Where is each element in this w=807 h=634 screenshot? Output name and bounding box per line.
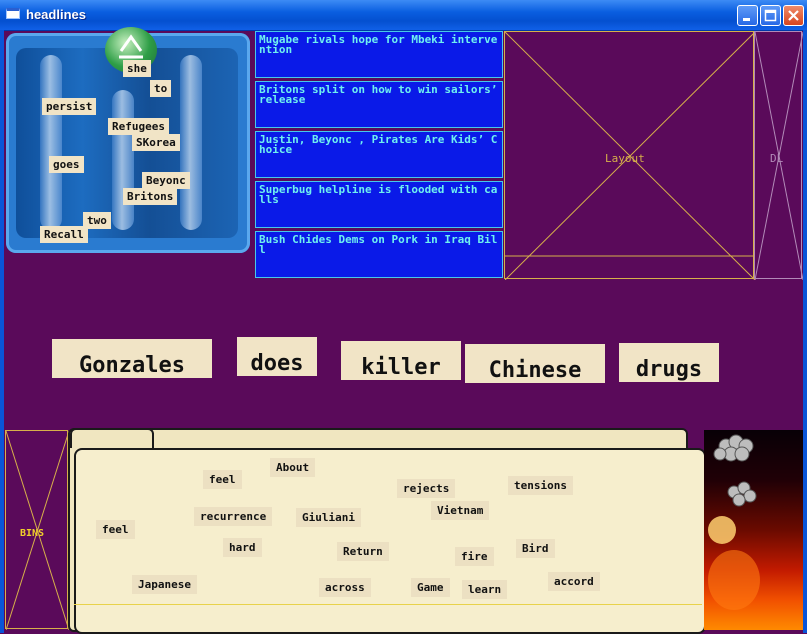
- window-icon: [6, 8, 20, 19]
- recycler-tube: [40, 55, 62, 230]
- minimize-button[interactable]: [737, 5, 758, 26]
- close-button[interactable]: [783, 5, 804, 26]
- folder-word[interactable]: recurrence: [194, 507, 273, 526]
- recycler-word[interactable]: Refugees: [108, 118, 169, 135]
- folder-word[interactable]: Giuliani: [296, 508, 361, 527]
- folder-word[interactable]: rejects: [397, 479, 456, 498]
- recycler-word[interactable]: she: [123, 60, 151, 77]
- folder-word[interactable]: Game: [411, 578, 450, 597]
- big-word[interactable]: Chinese: [465, 344, 605, 383]
- headline-item[interactable]: Mugabe rivals hope for Mbeki interventio…: [255, 31, 503, 78]
- folder-front: [74, 448, 706, 634]
- folder-word[interactable]: Return: [337, 542, 389, 561]
- folder-word[interactable]: feel: [96, 520, 135, 539]
- folder-word[interactable]: Bird: [516, 539, 555, 558]
- big-word[interactable]: does: [237, 337, 317, 376]
- folder-line: [74, 604, 702, 605]
- folder-word[interactable]: About: [270, 458, 316, 477]
- recycler-word[interactable]: SKorea: [132, 134, 180, 151]
- headline-item[interactable]: Britons split on how to win sailors’ rel…: [255, 81, 503, 128]
- window-frame-left: [0, 30, 4, 633]
- big-word[interactable]: killer: [341, 341, 461, 380]
- folder-word[interactable]: Vietnam: [431, 501, 490, 520]
- headline-item[interactable]: Justin, Beyonc , Pirates Are Kids’ Choic…: [255, 131, 503, 178]
- folder-word[interactable]: feel: [203, 470, 242, 489]
- folder-tab: [70, 428, 154, 448]
- maximize-icon: [764, 9, 777, 22]
- headline-item[interactable]: Superbug helpline is flooded with calls: [255, 181, 503, 228]
- recycler-tube: [112, 90, 134, 230]
- folder-word[interactable]: learn: [462, 580, 508, 599]
- window-title: headlines: [26, 7, 86, 22]
- big-word[interactable]: Gonzales: [52, 339, 212, 378]
- headline-item[interactable]: Bush Chides Dems on Pork in Iraq Bill: [255, 231, 503, 278]
- folder-word[interactable]: accord: [548, 572, 600, 591]
- minimize-icon: [743, 18, 750, 21]
- folder-word[interactable]: across: [319, 578, 371, 597]
- folder-word[interactable]: Japanese: [132, 575, 197, 594]
- maximize-button[interactable]: [760, 5, 781, 26]
- recycler-word[interactable]: goes: [49, 156, 84, 173]
- folder-word[interactable]: fire: [455, 547, 494, 566]
- bins-label: BINS: [20, 528, 45, 539]
- recycler-tube: [180, 55, 202, 230]
- recycler-word[interactable]: Recall: [40, 226, 88, 243]
- dl-label: DL: [770, 152, 784, 165]
- fire-panel: [704, 430, 803, 630]
- recycler-word[interactable]: Beyonc: [142, 172, 190, 189]
- window-frame-right: [803, 30, 807, 633]
- close-icon: [788, 10, 799, 21]
- folder-word[interactable]: tensions: [508, 476, 573, 495]
- big-word[interactable]: drugs: [619, 343, 719, 382]
- ash-icon: [708, 434, 760, 610]
- folder-word[interactable]: hard: [223, 538, 262, 557]
- recycler-word[interactable]: to: [150, 80, 172, 97]
- recycler-word[interactable]: Britons: [123, 188, 178, 205]
- layout-label: Layout: [605, 152, 645, 165]
- recycler-word[interactable]: persist: [42, 98, 97, 115]
